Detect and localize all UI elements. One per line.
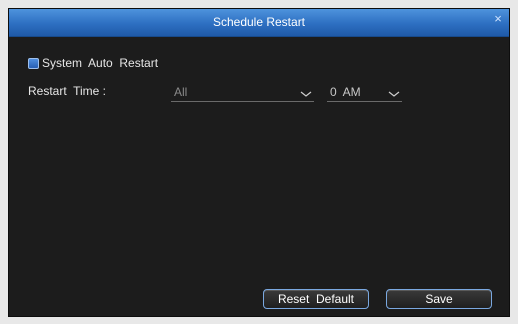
save-button[interactable]: Save <box>386 289 492 309</box>
chevron-down-icon <box>388 91 400 97</box>
auto-restart-checkbox[interactable] <box>28 57 39 69</box>
restart-time-label: Restart Time : <box>28 84 107 98</box>
restart-day-select[interactable]: All <box>171 84 314 102</box>
auto-restart-label: System Auto Restart <box>42 56 159 70</box>
schedule-restart-dialog: Schedule Restart × System Auto Restart R… <box>8 8 510 317</box>
reset-default-button[interactable]: Reset Default <box>263 289 369 309</box>
restart-day-value: All <box>174 85 188 99</box>
auto-restart-row: System Auto Restart <box>28 56 158 70</box>
restart-hour-select[interactable]: 0 AM <box>327 84 402 102</box>
close-icon[interactable]: × <box>491 12 505 26</box>
chevron-down-icon <box>300 91 312 97</box>
restart-hour-value: 0 AM <box>330 85 361 99</box>
title-bar: Schedule Restart × <box>9 9 509 37</box>
dialog-title: Schedule Restart <box>212 15 306 29</box>
